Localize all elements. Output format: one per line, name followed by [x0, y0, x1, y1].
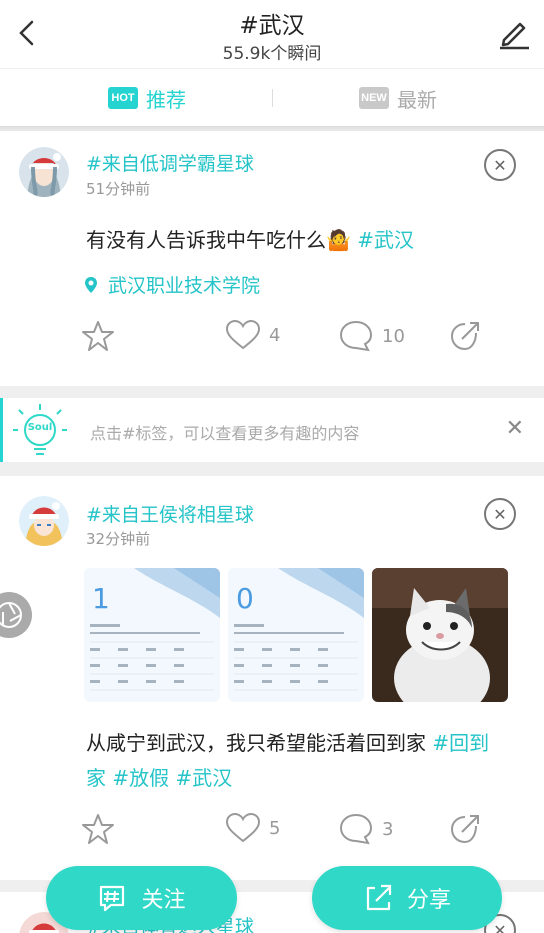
soul-logo-text: Soul [27, 422, 53, 433]
moment-count: 55.9k个瞬间 [222, 44, 322, 64]
share-label: 分享 [406, 888, 451, 913]
tip-banner: Soul 点击#标签，可以查看更多有趣的内容 ✕ [0, 398, 544, 462]
share-arrow-icon [450, 322, 479, 351]
hashtag-link[interactable]: #武汉 [175, 766, 232, 790]
camera-aperture-icon [0, 602, 22, 628]
avatar-image [19, 496, 69, 546]
like-button[interactable]: 5 [225, 812, 280, 844]
weather-temp: 0 [236, 582, 254, 615]
new-badge: NEW [359, 87, 389, 109]
tip-text: 点击#标签，可以查看更多有趣的内容 [90, 424, 360, 443]
dismiss-button[interactable]: ✕ [484, 149, 516, 181]
location-link[interactable]: 武汉职业技术学院 [84, 271, 260, 298]
like-button[interactable]: 4 [225, 319, 280, 351]
comment-count: 10 [382, 325, 405, 347]
hashtag-link[interactable]: 家 [86, 766, 106, 790]
post-body: 有没有人告诉我中午吃什么🤷 [86, 228, 351, 252]
planet-tag[interactable]: #来自低调学霸星球 [86, 149, 254, 176]
close-icon: ✕ [493, 504, 507, 524]
share-post-button[interactable] [448, 319, 484, 353]
post-card[interactable]: #来自低调学霸星球 51分钟前 ✕ 有没有人告诉我中午吃什么🤷 #武汉 武汉职业… [0, 131, 544, 386]
topic-page: #武汉 55.9k个瞬间 HOT 推荐 NEW 最新 #来自低调学霸星球 51分… [0, 0, 544, 933]
hashtag-link[interactable]: #放假 [112, 766, 169, 790]
follow-button[interactable]: 关注 [46, 866, 237, 930]
tab-recommended[interactable]: HOT 推荐 [108, 69, 186, 127]
comment-bubble-icon [339, 320, 373, 352]
avatar-image [19, 147, 69, 197]
page-title: #武汉 [239, 13, 305, 39]
comment-bubble-icon [339, 813, 373, 845]
avatar[interactable] [19, 147, 69, 197]
close-icon: ✕ [493, 155, 507, 175]
post-card[interactable]: #来自王侯将相星球 32分钟前 ✕ 1 0 从咸宁到武汉，我只希望能活着回到家 … [0, 476, 544, 880]
action-bar: 5 3 [80, 812, 500, 852]
heart-icon [225, 812, 261, 843]
close-icon: ✕ [505, 416, 524, 441]
share-box-icon [366, 884, 392, 911]
comment-count: 3 [382, 818, 394, 840]
action-bar: 4 10 [80, 319, 500, 359]
top-bar: #武汉 55.9k个瞬间 [0, 0, 544, 68]
follow-label: 关注 [141, 888, 186, 913]
share-post-button[interactable] [448, 812, 484, 846]
tab-label: 推荐 [146, 87, 186, 112]
post-image[interactable]: 0 [228, 568, 364, 702]
tab-latest[interactable]: NEW 最新 [359, 69, 437, 127]
lightbulb-icon: Soul [10, 402, 70, 460]
location-pin-icon [85, 276, 97, 293]
comment-button[interactable]: 3 [338, 812, 393, 846]
dismiss-button[interactable]: ✕ [484, 498, 516, 530]
share-arrow-icon [450, 815, 479, 844]
planet-tag[interactable]: #来自王侯将相星球 [86, 500, 254, 527]
star-icon [82, 321, 114, 351]
hashtag-link[interactable]: #回到 [432, 731, 489, 755]
cat-photo-image [372, 568, 508, 702]
heart-icon [225, 319, 261, 350]
post-text: 有没有人告诉我中午吃什么🤷 #武汉 [86, 223, 414, 258]
like-count: 5 [269, 817, 281, 839]
like-count: 4 [269, 324, 281, 346]
close-icon: ✕ [493, 920, 507, 933]
share-button[interactable]: 分享 [312, 866, 502, 930]
side-float-button[interactable] [0, 592, 32, 638]
tab-label: 最新 [397, 87, 437, 112]
favorite-button[interactable] [80, 319, 116, 353]
accent-bar [0, 398, 3, 462]
tip-close-button[interactable]: ✕ [506, 416, 524, 441]
compose-button[interactable] [496, 16, 532, 50]
hashtag-link[interactable]: #武汉 [357, 228, 414, 252]
post-image[interactable]: 1 [84, 568, 220, 702]
post-text: 从咸宁到武汉，我只希望能活着回到家 #回到 家 #放假 #武汉 [86, 726, 489, 796]
hot-badge: HOT [108, 87, 138, 109]
tab-divider [272, 89, 273, 107]
favorite-button[interactable] [80, 812, 116, 846]
post-time: 32分钟前 [86, 530, 151, 548]
weather-temp: 1 [92, 582, 110, 615]
tab-bar: HOT 推荐 NEW 最新 [0, 68, 544, 126]
comment-button[interactable]: 10 [338, 319, 405, 353]
avatar[interactable] [19, 496, 69, 546]
post-image[interactable] [372, 568, 508, 702]
pencil-icon [500, 22, 529, 50]
star-icon [82, 814, 114, 844]
post-time: 51分钟前 [86, 180, 151, 198]
location-label: 武汉职业技术学院 [108, 275, 261, 297]
post-body: 从咸宁到武汉，我只希望能活着回到家 [86, 731, 433, 755]
hashtag-bubble-icon [100, 885, 125, 912]
